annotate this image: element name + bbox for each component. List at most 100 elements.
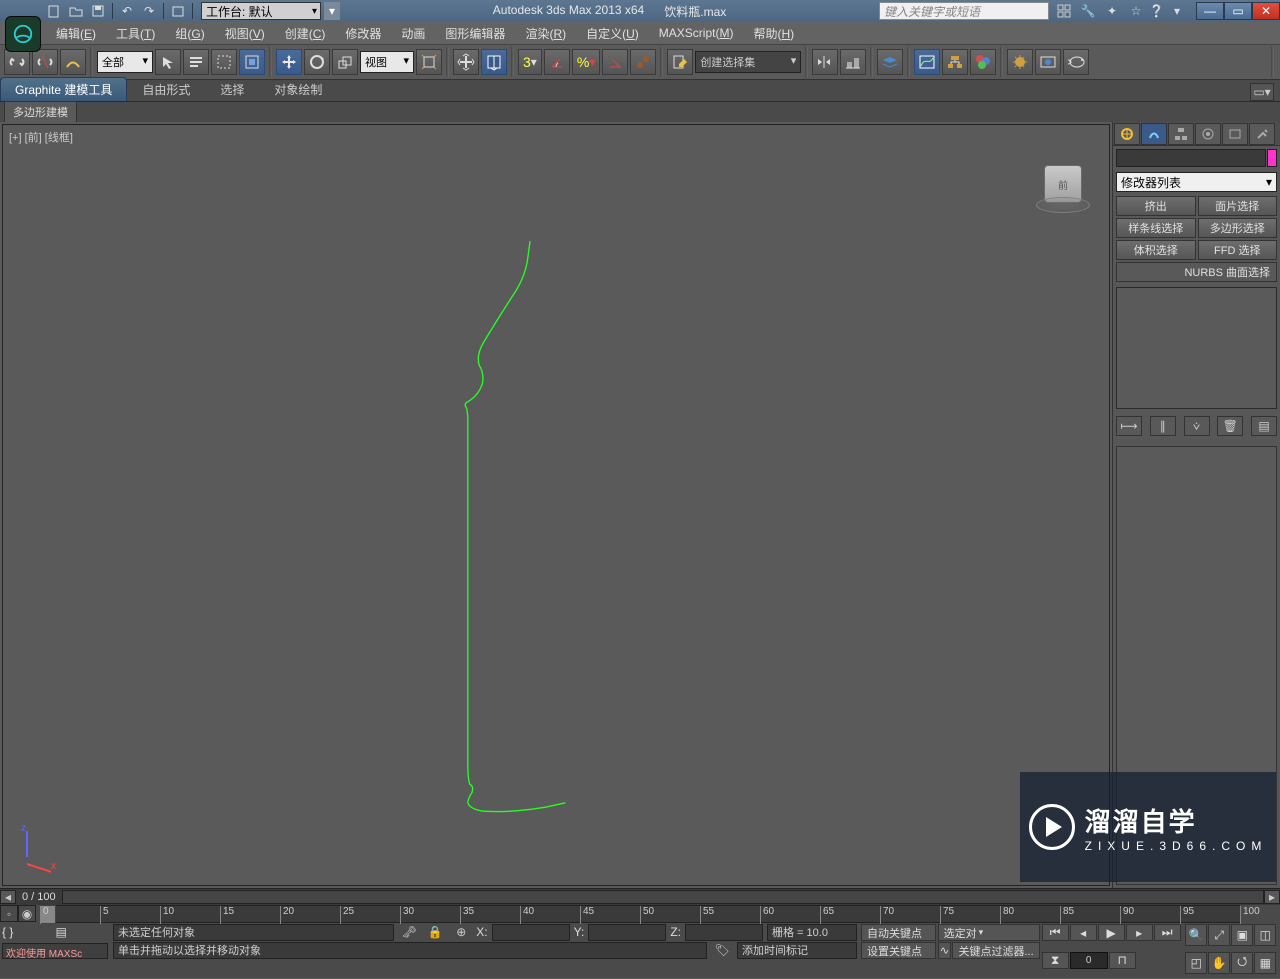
align-icon[interactable]: [840, 49, 866, 75]
pan-icon[interactable]: ✋: [1208, 952, 1230, 974]
menu-动画[interactable]: 动画: [391, 23, 435, 44]
menu-工具[interactable]: 工具(T): [106, 23, 165, 44]
pin-stack-icon[interactable]: ⟼: [1116, 416, 1142, 436]
key-mode-icon[interactable]: ∿: [938, 942, 952, 959]
info-search-input[interactable]: 键入关键字或短语: [879, 2, 1049, 20]
zoom-extents-all-icon[interactable]: ◫: [1254, 924, 1276, 946]
modifier-btn[interactable]: 挤出: [1116, 196, 1196, 216]
qat-open-icon[interactable]: [66, 2, 86, 20]
search-run-icon[interactable]: [1053, 2, 1075, 20]
select-object-icon[interactable]: [155, 49, 181, 75]
menu-视图[interactable]: 视图(V): [215, 23, 275, 44]
hscroll-track[interactable]: [62, 890, 1264, 904]
ribbon-tab-0[interactable]: Graphite 建模工具: [0, 77, 127, 101]
link-icon[interactable]: [4, 49, 30, 75]
render-setup-icon[interactable]: [1007, 49, 1033, 75]
select-and-scale-icon[interactable]: [332, 49, 358, 75]
qat-redo-icon[interactable]: ↷: [139, 2, 159, 20]
auto-key-button[interactable]: 自动关键点: [861, 924, 936, 941]
select-region-rect-icon[interactable]: [211, 49, 237, 75]
close-button[interactable]: ✕: [1252, 2, 1280, 20]
nurbs-surface-select-button[interactable]: NURBS 曲面选择: [1116, 262, 1277, 282]
menu-MAXScript[interactable]: MAXScript(M): [649, 24, 744, 42]
bind-spacewarp-icon[interactable]: [60, 49, 86, 75]
ribbon-tab-1[interactable]: 自由形式: [127, 77, 205, 101]
curve-editor-icon[interactable]: [914, 49, 940, 75]
time-config-icon[interactable]: ⧗: [1042, 952, 1069, 969]
zoom-extents-icon[interactable]: ▣: [1231, 924, 1253, 946]
menu-创建[interactable]: 创建(C): [275, 23, 336, 44]
selection-filter-dropdown[interactable]: 全部: [97, 51, 153, 73]
mirror-icon[interactable]: [812, 49, 838, 75]
ref-coord-dropdown[interactable]: 视图: [360, 51, 414, 73]
material-editor-icon[interactable]: [970, 49, 996, 75]
select-and-rotate-icon[interactable]: [304, 49, 330, 75]
wrench-icon[interactable]: 🔧: [1077, 2, 1099, 20]
utilities-tab-icon[interactable]: [1249, 123, 1275, 145]
viewport[interactable]: [+] [前] [线框] 前 z x: [2, 124, 1110, 886]
modifier-list-dropdown[interactable]: 修改器列表: [1116, 172, 1277, 192]
zoom-all-icon[interactable]: ⤢: [1208, 924, 1230, 946]
named-sets-edit-icon[interactable]: [667, 49, 693, 75]
exchange-icon[interactable]: ✦: [1101, 2, 1123, 20]
angle-snap-icon[interactable]: [544, 49, 570, 75]
spinner-snap-icon[interactable]: [602, 49, 628, 75]
configure-sets-icon[interactable]: ▤: [1251, 416, 1277, 436]
y-coord-input[interactable]: [588, 924, 666, 941]
schematic-view-icon[interactable]: [942, 49, 968, 75]
modifier-btn[interactable]: 体积选择: [1116, 240, 1196, 260]
menu-修改器[interactable]: 修改器: [335, 23, 391, 44]
percent-snap-icon[interactable]: %▾: [572, 49, 600, 75]
poly-modeling-button[interactable]: 多边形建模: [4, 101, 77, 123]
menu-自定义[interactable]: 自定义(U): [576, 23, 649, 44]
absolute-mode-icon[interactable]: ⊕: [450, 924, 472, 941]
modifier-btn[interactable]: 面片选择: [1198, 196, 1278, 216]
hierarchy-tab-icon[interactable]: [1168, 123, 1194, 145]
listener-line[interactable]: 欢迎使用 MAXSc: [2, 943, 108, 959]
qat-new-icon[interactable]: [44, 2, 64, 20]
ribbon-minimize-icon[interactable]: ▭▾: [1250, 83, 1274, 101]
maximize-button[interactable]: ▭: [1224, 2, 1252, 20]
modifier-btn[interactable]: 多边形选择: [1198, 218, 1278, 238]
selected-obj-dropdown[interactable]: 选定对: [938, 924, 1040, 941]
layer-manager-icon[interactable]: [877, 49, 903, 75]
modifier-btn[interactable]: FFD 选择: [1198, 240, 1278, 260]
object-color-swatch[interactable]: [1267, 149, 1277, 167]
select-by-name-icon[interactable]: [183, 49, 209, 75]
remove-modifier-icon[interactable]: 🗑: [1217, 416, 1243, 436]
menu-编辑[interactable]: 编辑(E): [46, 23, 106, 44]
help-icon[interactable]: ❔: [1149, 4, 1164, 18]
time-ruler[interactable]: 0510152025303540455055606570758085909510…: [40, 905, 1240, 923]
display-tab-icon[interactable]: [1222, 123, 1248, 145]
help-dropdown-icon[interactable]: ▾: [1166, 2, 1188, 20]
goto-start-icon[interactable]: ⏮: [1042, 924, 1069, 941]
max-viewport-icon[interactable]: ▦: [1254, 952, 1276, 974]
key-filters-button[interactable]: 关键点过滤器...: [952, 942, 1039, 959]
modify-tab-icon[interactable]: [1141, 123, 1167, 145]
z-coord-input[interactable]: [685, 924, 763, 941]
snap-toggle-icon[interactable]: 3▾: [518, 49, 542, 75]
modifier-stack[interactable]: [1116, 287, 1277, 409]
menu-组[interactable]: 组(G): [165, 23, 214, 44]
set-key-button[interactable]: 设置关键点: [861, 942, 936, 959]
mini-listener-toggle-icon[interactable]: { }: [2, 925, 55, 941]
hscroll-right-icon[interactable]: ▸: [1264, 890, 1280, 904]
edit-named-sel-icon[interactable]: [630, 49, 656, 75]
add-time-tag-button[interactable]: 添加时间标记: [737, 942, 857, 959]
timeline-mode1-icon[interactable]: ◦: [0, 905, 18, 922]
favorite-icon[interactable]: ☆: [1125, 2, 1147, 20]
keyboard-shortcut-override-icon[interactable]: [481, 49, 507, 75]
next-frame-icon[interactable]: ▸: [1126, 924, 1153, 941]
render-frame-icon[interactable]: [1035, 49, 1061, 75]
qat-project-icon[interactable]: [168, 2, 188, 20]
menu-渲染[interactable]: 渲染(R): [515, 23, 576, 44]
motion-tab-icon[interactable]: [1195, 123, 1221, 145]
x-coord-input[interactable]: [492, 924, 570, 941]
menu-帮助[interactable]: 帮助(H): [743, 23, 804, 44]
ribbon-tab-3[interactable]: 对象绘制: [259, 77, 337, 101]
minimize-button[interactable]: ―: [1196, 2, 1224, 20]
unlink-icon[interactable]: [32, 49, 58, 75]
key-mode-toggle-icon[interactable]: ⊓: [1109, 952, 1136, 969]
modifier-btn[interactable]: 样条线选择: [1116, 218, 1196, 238]
zoom-icon[interactable]: 🔍: [1185, 924, 1207, 946]
